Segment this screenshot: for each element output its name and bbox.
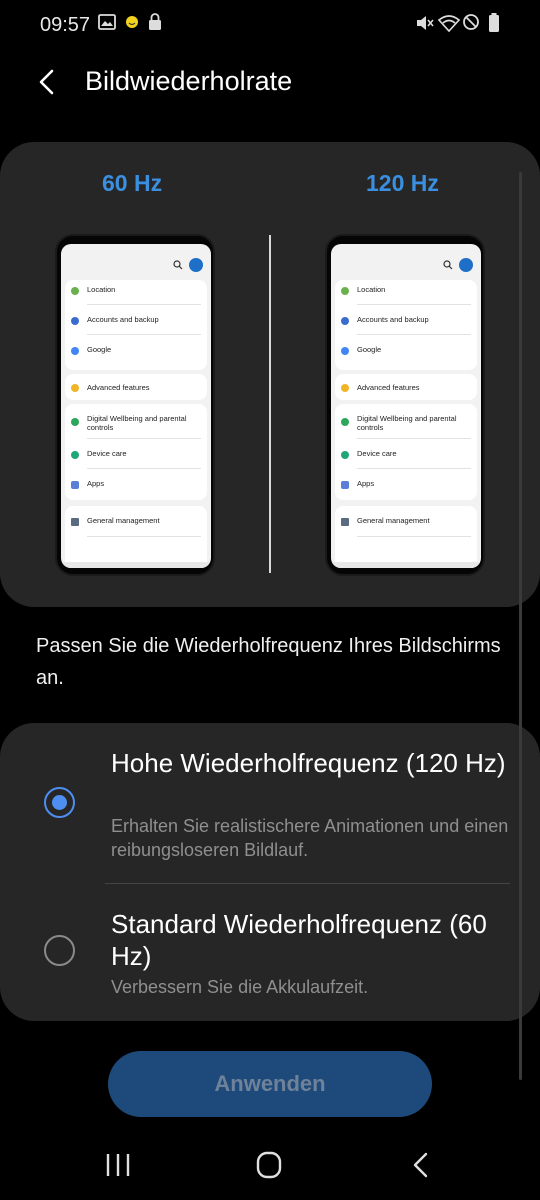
list-item: General management (87, 516, 160, 525)
list-item: Accounts and backup (357, 315, 429, 324)
key-icon (71, 317, 79, 325)
label-120hz: 120 Hz (366, 170, 439, 196)
location-icon (71, 287, 79, 295)
battery-icon (489, 13, 499, 32)
list-item: Apps (87, 479, 105, 488)
option-title: Standard Wiederholfrequenz (60 Hz) (111, 909, 487, 971)
option-high-refresh-rate[interactable]: Hohe Wiederholfrequenz (120 Hz) Erhalten… (0, 747, 540, 883)
wellbeing-icon (341, 418, 349, 426)
key-icon (341, 317, 349, 325)
header: Bildwiederholrate (0, 56, 540, 112)
list-item: Google (87, 345, 112, 354)
wifi-icon (438, 15, 460, 33)
apps-icon (71, 481, 79, 489)
wellbeing-icon (71, 418, 79, 426)
option-title: Hohe Wiederholfrequenz (120 Hz) (111, 748, 506, 778)
device-care-icon (341, 451, 349, 459)
apps-icon (341, 481, 349, 489)
search-icon (443, 260, 453, 270)
list-item: Device care (87, 449, 127, 458)
recents-icon[interactable] (98, 1150, 138, 1180)
location-icon (341, 287, 349, 295)
refresh-rate-preview: 60 Hz 120 Hz Location Accounts and backu… (0, 142, 540, 607)
avatar (189, 258, 203, 272)
sliders-icon (341, 518, 349, 526)
phone-preview-60hz: Location Accounts and backup Google Adva… (55, 234, 215, 576)
gear-icon (71, 384, 79, 392)
google-icon (341, 347, 349, 355)
list-item: Location (87, 285, 116, 294)
device-care-icon (71, 451, 79, 459)
google-icon (71, 347, 79, 355)
option-subtitle: Verbessern Sie die Akkulaufzeit. (111, 977, 369, 997)
radio-selected[interactable] (44, 787, 75, 818)
status-time: 09:57 (40, 14, 91, 36)
list-item: Digital Wellbeing and parental controls (87, 414, 187, 432)
phone-preview-120hz: Location Accounts and backup Google Adva… (325, 234, 485, 576)
status-bar: 09:57 (0, 0, 540, 50)
list-item: Device care (357, 449, 397, 458)
list-item: Advanced features (357, 383, 420, 392)
option-standard-refresh-rate[interactable]: Standard Wiederholfrequenz (60 Hz) Verbe… (0, 908, 540, 1013)
label-60hz: 60 Hz (102, 170, 163, 196)
phone-screen: Location Accounts and backup Google Adva… (61, 244, 211, 568)
list-item: Location (357, 285, 386, 294)
gear-icon (341, 384, 349, 392)
list-item: General management (357, 516, 430, 525)
avatar (459, 258, 473, 272)
phone-screen: Location Accounts and backup Google Adva… (331, 244, 481, 568)
back-arrow-icon[interactable] (30, 64, 66, 100)
home-icon[interactable] (249, 1150, 289, 1180)
list-item: Advanced features (87, 383, 150, 392)
do-not-disturb-icon (463, 14, 479, 30)
list-item: Accounts and backup (87, 315, 159, 324)
list-item: Digital Wellbeing and parental controls (357, 414, 457, 432)
scrollbar[interactable] (519, 172, 522, 1080)
description-text: Passen Sie die Wiederholfrequenz Ihres B… (36, 635, 501, 689)
back-icon[interactable] (401, 1150, 441, 1180)
sliders-icon (71, 518, 79, 526)
list-item: Google (357, 345, 382, 354)
mute-icon (417, 16, 434, 30)
page-title: Bildwiederholrate (85, 66, 293, 96)
navigation-bar (0, 1130, 540, 1200)
apply-button[interactable]: Anwenden (108, 1051, 432, 1117)
gallery-icon (98, 14, 116, 30)
lock-icon (149, 13, 161, 30)
preview-divider (269, 235, 271, 573)
divider (105, 883, 510, 884)
option-subtitle: Erhalten Sie realistischere Animationen … (111, 816, 509, 860)
emoji-icon (126, 16, 138, 28)
refresh-rate-options: Hohe Wiederholfrequenz (120 Hz) Erhalten… (0, 723, 540, 1021)
search-icon (173, 260, 183, 270)
radio-unselected[interactable] (44, 935, 75, 966)
list-item: Apps (357, 479, 375, 488)
